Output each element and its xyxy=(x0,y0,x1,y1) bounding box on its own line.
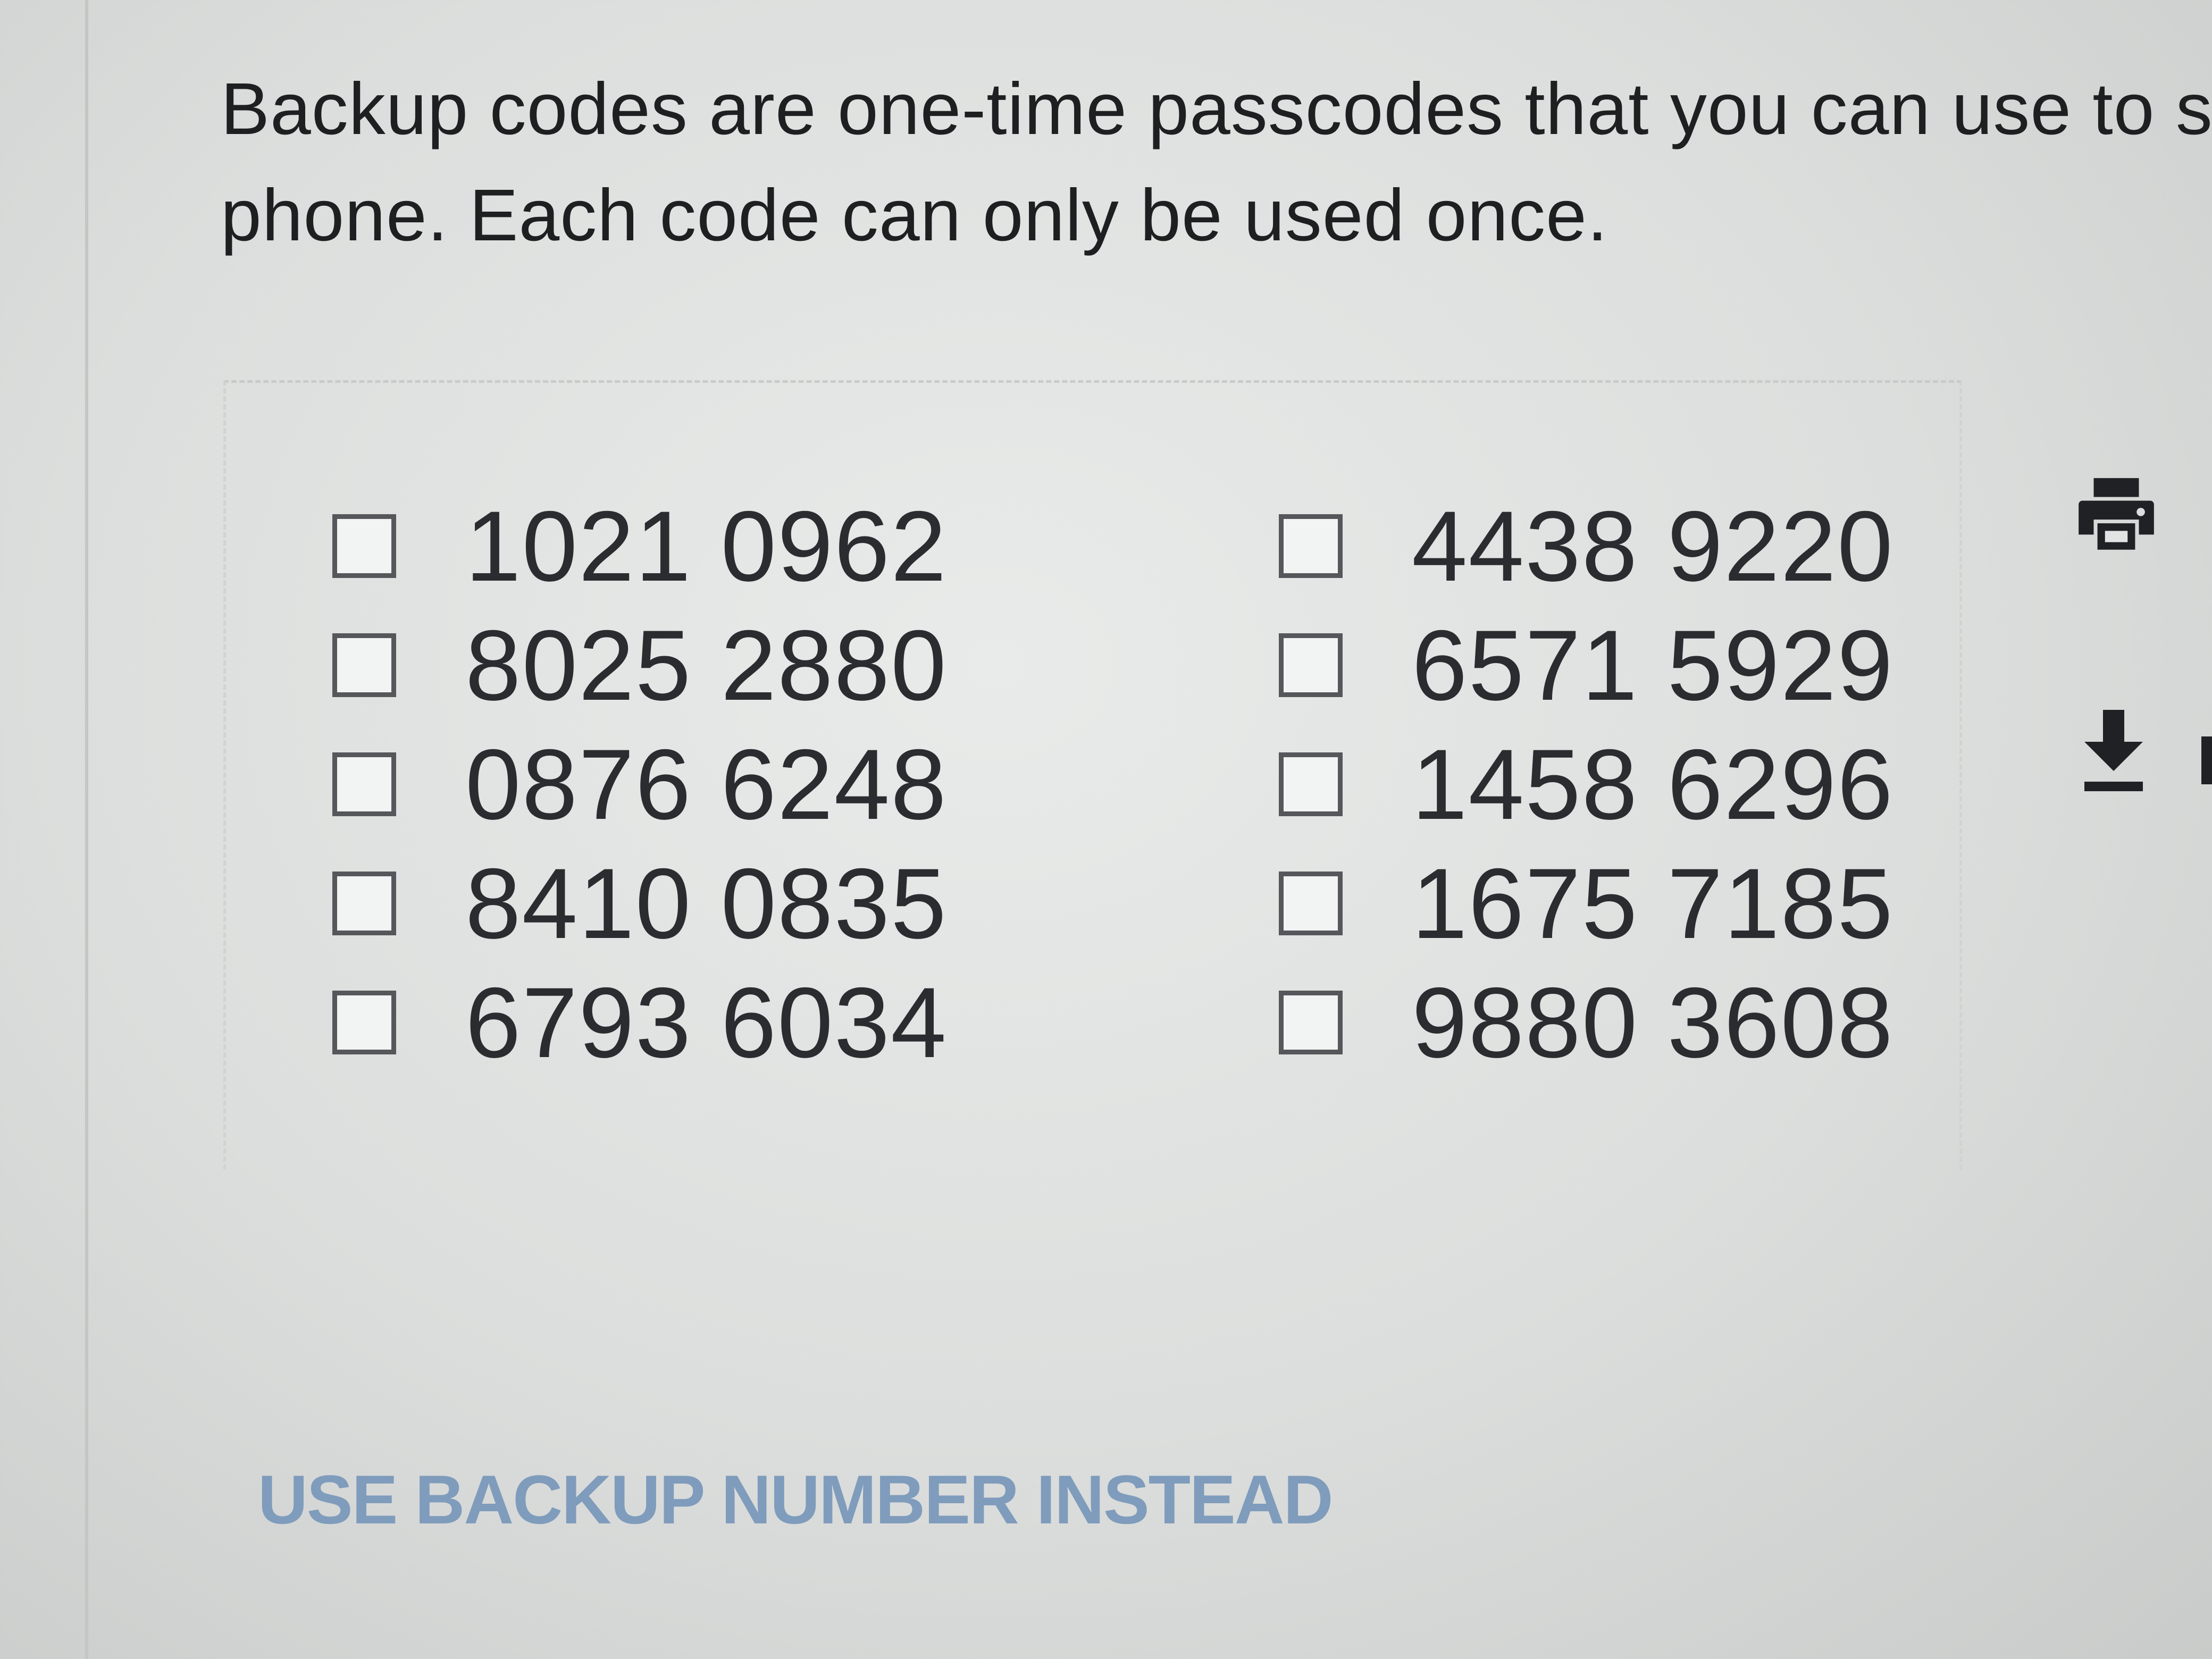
code-checkbox[interactable] xyxy=(332,872,396,935)
truncated-edge-icon xyxy=(2201,736,2212,784)
code-item[interactable]: 6793 6034 xyxy=(332,963,1279,1082)
download-icon[interactable] xyxy=(2082,710,2146,795)
code-checkbox[interactable] xyxy=(1279,752,1343,816)
printer-icon[interactable] xyxy=(2071,471,2161,561)
code-checkbox[interactable] xyxy=(1279,872,1343,935)
description-line-2: phone. Each code can only be used once. xyxy=(221,174,1608,256)
backup-codes-description: Backup codes are one-time passcodes that… xyxy=(221,56,2212,269)
code-item[interactable]: 4438 9220 xyxy=(1279,487,1893,606)
description-line-1: Backup codes are one-time passcodes that… xyxy=(221,68,2212,150)
code-item[interactable]: 0876 6248 xyxy=(332,725,1279,844)
code-checkbox[interactable] xyxy=(332,514,396,578)
code-item[interactable]: 6571 5929 xyxy=(1279,606,1893,725)
code-value: 4438 9220 xyxy=(1412,490,1894,602)
code-value: 1458 6296 xyxy=(1412,728,1894,840)
code-value: 8025 2880 xyxy=(465,609,948,721)
code-value: 6571 5929 xyxy=(1412,609,1894,721)
code-item[interactable]: 9880 3608 xyxy=(1279,963,1893,1082)
code-checkbox[interactable] xyxy=(1279,991,1343,1054)
code-item[interactable]: 1458 6296 xyxy=(1279,725,1893,844)
code-value: 1021 0962 xyxy=(465,490,948,602)
use-backup-number-link[interactable]: USE BACKUP NUMBER INSTEAD xyxy=(258,1460,1334,1539)
code-item[interactable]: 1021 0962 xyxy=(332,487,1279,606)
code-checkbox[interactable] xyxy=(332,752,396,816)
code-checkbox[interactable] xyxy=(332,633,396,697)
backup-codes-list: 1021 0962 4438 9220 8025 2880 6571 5929 … xyxy=(332,487,1893,1082)
code-value: 0876 6248 xyxy=(465,728,948,840)
code-value: 1675 7185 xyxy=(1412,848,1894,959)
code-checkbox[interactable] xyxy=(332,991,396,1054)
code-value: 8410 0835 xyxy=(465,848,948,959)
left-divider xyxy=(85,0,88,1659)
code-checkbox[interactable] xyxy=(1279,633,1343,697)
code-value: 9880 3608 xyxy=(1412,967,1894,1078)
code-item[interactable]: 8410 0835 xyxy=(332,844,1279,963)
code-item[interactable]: 8025 2880 xyxy=(332,606,1279,725)
code-value: 6793 6034 xyxy=(465,967,948,1078)
code-checkbox[interactable] xyxy=(1279,514,1343,578)
code-item[interactable]: 1675 7185 xyxy=(1279,844,1893,963)
